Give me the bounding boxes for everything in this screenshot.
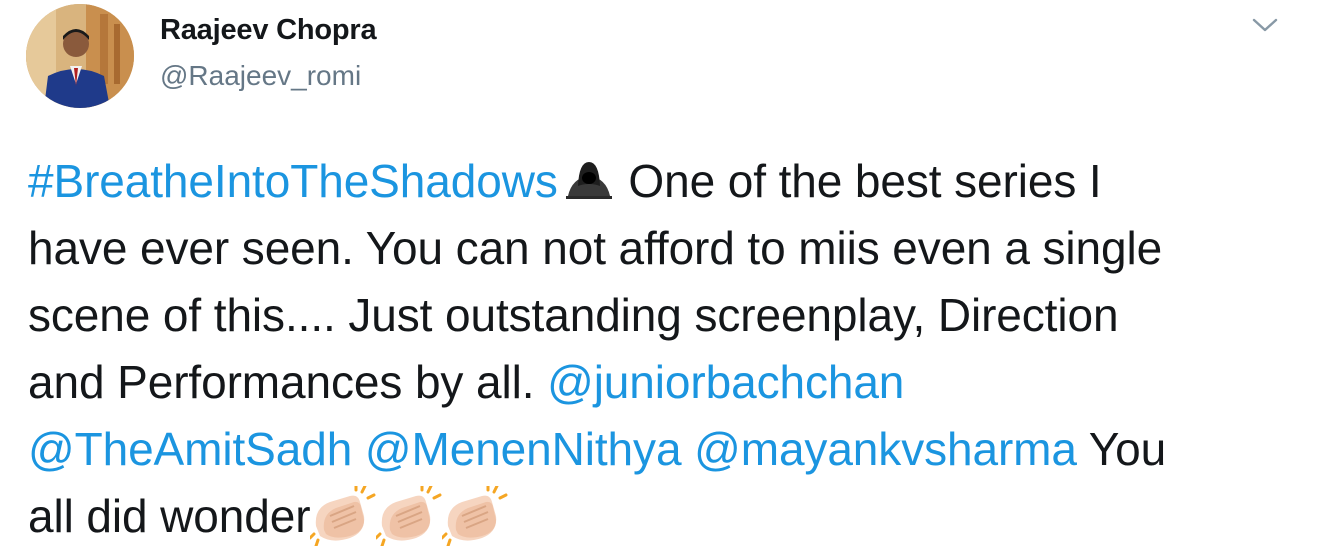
tweet-text-segment: and Performances by all.	[28, 356, 548, 408]
hooded-figure-icon	[562, 156, 616, 202]
display-name[interactable]: Raajeev Chopra	[160, 14, 377, 47]
clapping-hands-icon	[310, 485, 376, 546]
tweet-text-segment: One of the best series I	[615, 155, 1102, 207]
tweet-text: #BreatheIntoTheShadows One of the best s…	[28, 148, 1298, 550]
hashtag-link[interactable]: #BreatheIntoTheShadows	[28, 155, 558, 207]
tweet-text-segment: all did wonder	[28, 490, 311, 542]
tweet-line-2: have ever seen. You can not afford to mi…	[28, 222, 1163, 274]
tweet-card: Raajeev Chopra @Raajeev_romi #BreatheInt…	[0, 0, 1320, 555]
tweet-line-6: all did wonder	[28, 483, 1298, 550]
chevron-down-icon[interactable]	[1250, 14, 1280, 36]
avatar[interactable]	[26, 4, 134, 108]
mention-link[interactable]: @TheAmitSadh	[28, 423, 352, 475]
mention-link[interactable]: @MenenNithya	[365, 423, 682, 475]
tweet-line-3: scene of this.... Just outstanding scree…	[28, 289, 1119, 341]
mention-link[interactable]: @mayankvsharma	[694, 423, 1077, 475]
tweet-line-1: #BreatheIntoTheShadows One of the best s…	[28, 148, 1298, 215]
tweet-line-4: and Performances by all. @juniorbachchan	[28, 349, 1298, 416]
tweet-line-5: @TheAmitSadh @MenenNithya @mayankvsharma…	[28, 416, 1298, 483]
user-handle[interactable]: @Raajeev_romi	[160, 60, 361, 92]
clapping-hands-icon	[442, 485, 508, 546]
clapping-hands-icon	[376, 485, 442, 546]
tweet-text-segment: You	[1076, 423, 1167, 475]
mention-link[interactable]: @juniorbachchan	[547, 356, 904, 408]
